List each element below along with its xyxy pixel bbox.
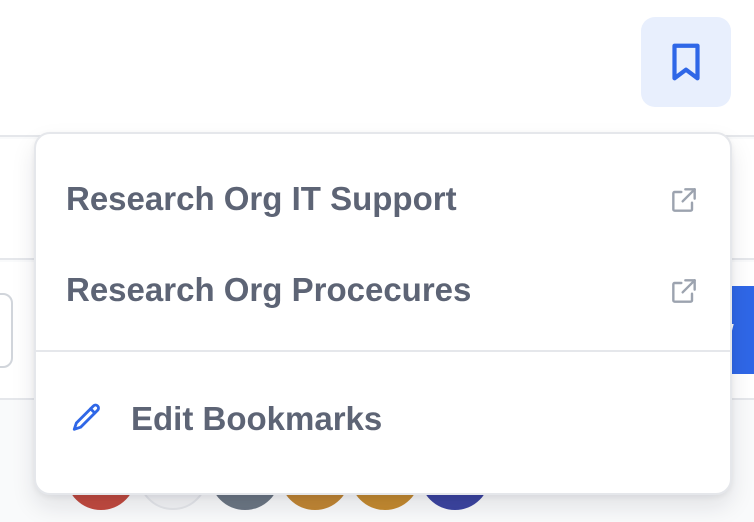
bookmark-item-label: Research Org IT Support: [66, 180, 457, 217]
bookmarks-button[interactable]: [641, 17, 731, 107]
search-input[interactable]: [0, 293, 13, 368]
pencil-icon: [72, 403, 100, 431]
top-bar: [0, 0, 754, 137]
external-link-icon: [672, 279, 696, 303]
bookmark-item-label: Research Org Procecures: [66, 271, 472, 308]
bookmark-item-procedures[interactable]: Research Org Procecures: [36, 250, 730, 330]
menu-divider: [36, 350, 730, 352]
edit-bookmarks-button[interactable]: Edit Bookmarks: [36, 379, 730, 459]
external-link-icon: [672, 188, 696, 212]
bookmark-icon: [672, 43, 700, 81]
bookmarks-menu: Research Org IT Support Research Org Pro…: [34, 132, 732, 495]
bookmark-item-it-support[interactable]: Research Org IT Support: [36, 159, 730, 239]
edit-bookmarks-label: Edit Bookmarks: [131, 400, 383, 437]
